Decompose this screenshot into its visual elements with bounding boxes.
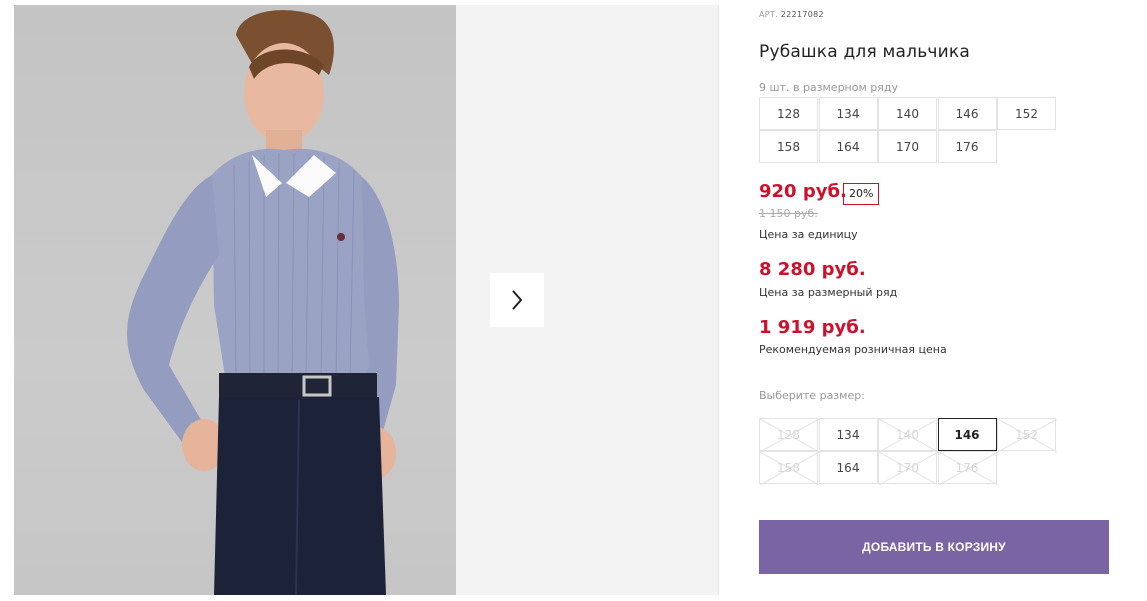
size-row-cell: 146 [937,97,997,130]
size-row-price-label: Цена за размерный ряд [759,286,898,299]
size-option-146[interactable]: 146 [937,418,997,451]
unit-price: 920 руб. [759,181,847,202]
size-row-cell: 152 [997,97,1056,130]
size-option-label: 140 [896,427,919,442]
size-option-170: 170 [878,451,938,485]
size-row-cell: 128 [759,97,818,130]
size-option-label: 134 [836,427,860,442]
product-title: Рубашка для мальчика [759,42,971,62]
size-row-cell: 176 [937,130,997,163]
boy-in-shirt-image [127,10,399,595]
size-option-164[interactable]: 164 [818,451,878,484]
size-option-152: 152 [997,418,1057,452]
gallery-next-button[interactable] [490,273,544,327]
size-option-label: 170 [896,460,919,475]
size-option-label: 152 [1015,427,1038,442]
old-price: 1 150 руб. [759,207,818,220]
size-row-grid: 128 134 140 146 152 158 164 170 176 [759,97,1115,163]
size-option-158: 158 [759,451,819,485]
size-option-label: 128 [777,427,800,442]
product-gallery [14,5,719,595]
size-row-price: 8 280 руб. [759,259,866,280]
size-option-label: 176 [955,460,979,475]
size-option-140: 140 [878,418,938,452]
size-row-label: 9 шт. в размерном ряду [759,81,898,94]
retail-price-label: Рекомендуемая розничная цена [759,343,947,356]
size-row-cell: 140 [878,97,937,130]
unit-price-label: Цена за единицу [759,228,858,241]
retail-price: 1 919 руб. [759,317,866,338]
discount-badge: 20% [843,183,880,205]
size-option-label: 158 [777,460,800,475]
product-photo [14,5,456,595]
article-number: АРТ. 22217082 [759,10,824,19]
size-row-cell: 164 [818,130,878,163]
size-row-cell: 170 [878,130,937,163]
size-option-label: 146 [954,427,980,442]
size-option-134[interactable]: 134 [818,418,878,451]
add-to-cart-button[interactable]: ДОБАВИТЬ В КОРЗИНУ [759,520,1109,574]
size-option-label: 164 [836,460,860,475]
size-selector: 128 134 140 146 152 158 164 170 176 [759,418,1115,485]
size-row-cell: 134 [818,97,878,130]
size-option-176: 176 [937,451,998,485]
choose-size-label: Выберите размер: [759,389,865,402]
size-row-cell: 158 [759,130,818,163]
size-option-128: 128 [759,418,819,452]
chevron-right-icon [512,290,523,310]
